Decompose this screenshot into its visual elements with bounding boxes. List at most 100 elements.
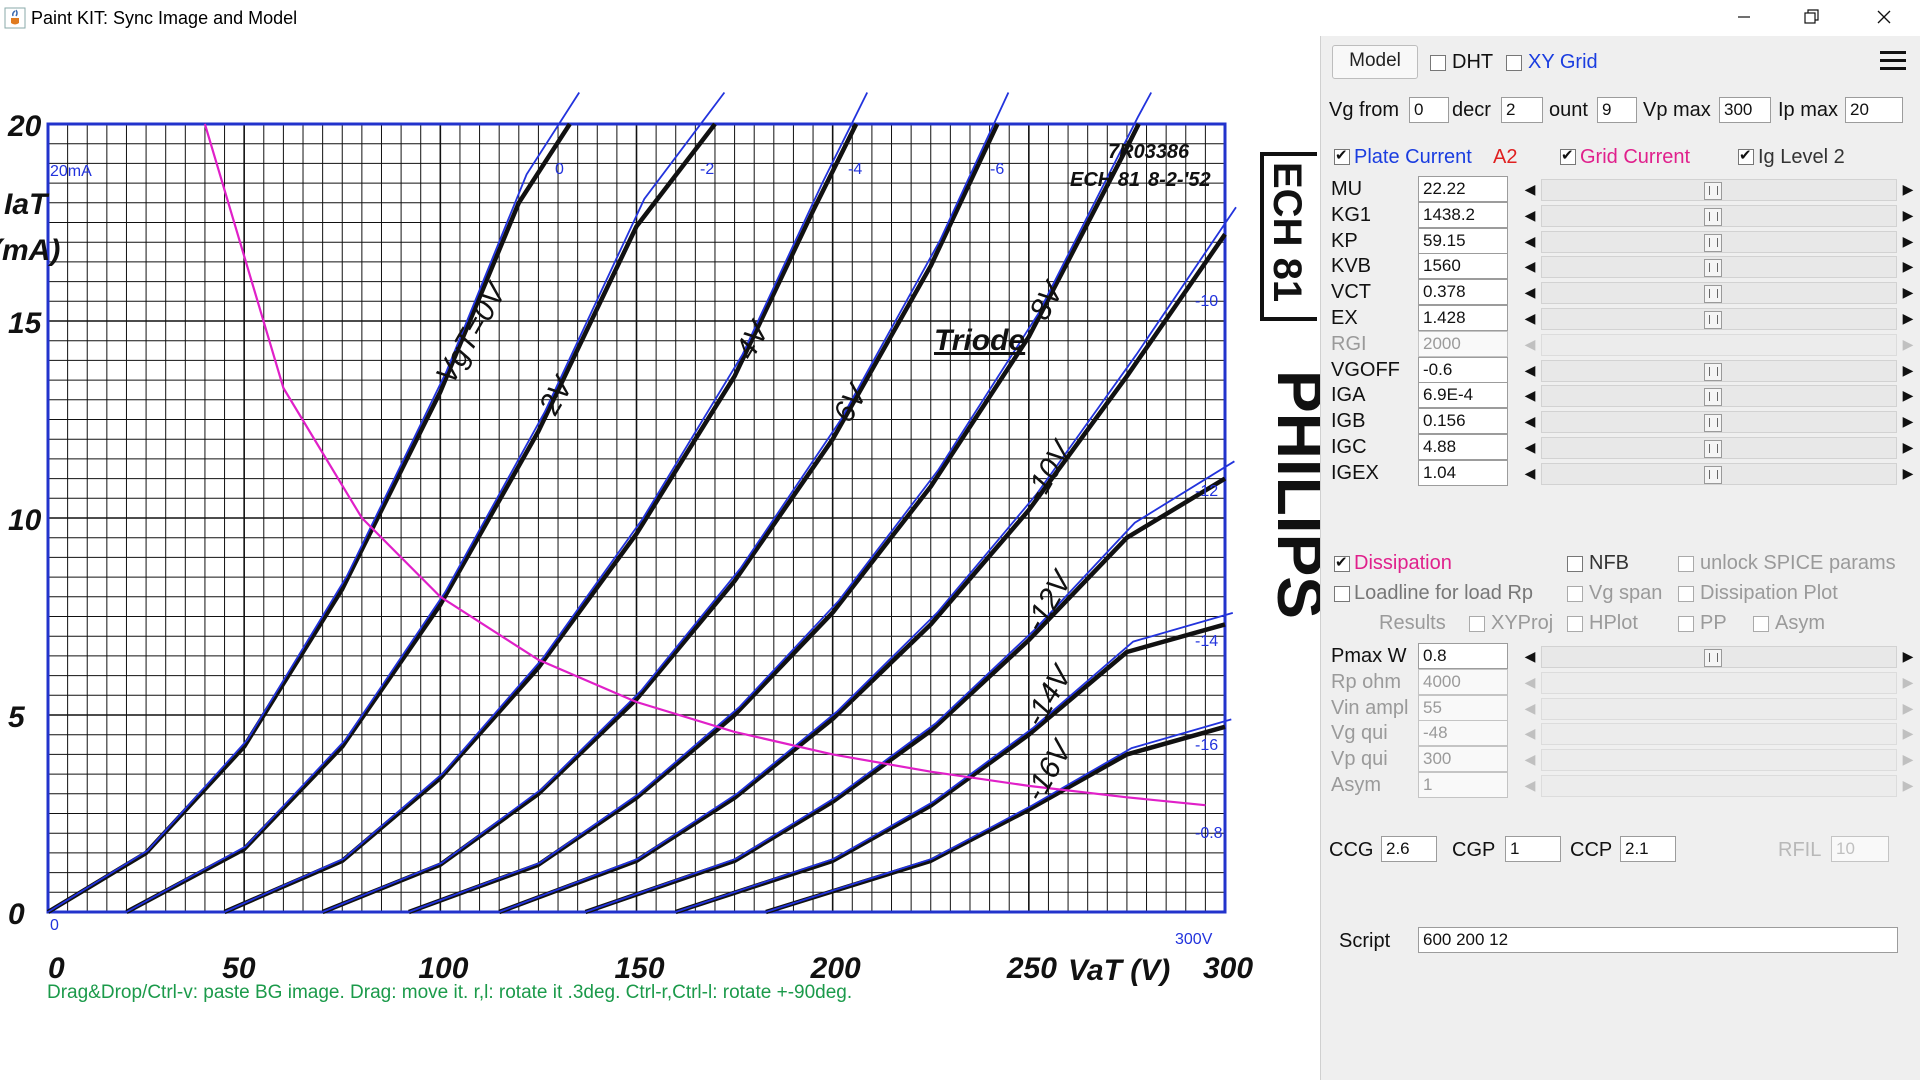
slider-track[interactable] <box>1541 775 1897 797</box>
arrow-left-icon[interactable]: ◀ <box>1521 721 1539 745</box>
param-slider[interactable]: ◀ ▶ <box>1521 434 1917 460</box>
param-value-field[interactable] <box>1418 459 1508 486</box>
slider-thumb[interactable] <box>1704 465 1722 484</box>
param-value-field[interactable] <box>1418 746 1508 773</box>
slider-track[interactable] <box>1541 385 1897 408</box>
vp-max-field[interactable] <box>1719 97 1771 123</box>
slider-track[interactable] <box>1541 308 1897 330</box>
arrow-left-icon[interactable]: ◀ <box>1521 177 1539 201</box>
dissipation-plot-checkbox[interactable] <box>1678 586 1694 602</box>
arrow-left-icon[interactable]: ◀ <box>1521 306 1539 330</box>
param-slider[interactable]: ◀ ▶ <box>1521 643 1917 669</box>
arrow-right-icon[interactable]: ▶ <box>1899 280 1917 304</box>
arrow-right-icon[interactable]: ▶ <box>1899 332 1917 356</box>
pp-checkbox[interactable] <box>1678 616 1694 632</box>
vg-span-checkbox[interactable] <box>1567 586 1583 602</box>
plot-canvas[interactable]: 0 50 100 150 200 250 300 0 5 10 15 20 VgT=0V -2V -4V -… <box>0 36 1320 1080</box>
param-slider[interactable]: ◀ ▶ <box>1521 772 1917 798</box>
param-value-field[interactable] <box>1418 356 1508 383</box>
param-value-field[interactable] <box>1418 330 1508 357</box>
arrow-right-icon[interactable]: ▶ <box>1899 409 1917 433</box>
close-button[interactable] <box>1850 0 1918 36</box>
arrow-right-icon[interactable]: ▶ <box>1899 229 1917 253</box>
arrow-right-icon[interactable]: ▶ <box>1899 461 1917 485</box>
ig-level2-checkbox[interactable] <box>1738 146 1754 165</box>
arrow-right-icon[interactable]: ▶ <box>1899 670 1917 694</box>
vg-from-field[interactable] <box>1409 97 1449 123</box>
param-slider[interactable]: ◀ ▶ <box>1521 357 1917 383</box>
tube-curve-chart[interactable]: 0 50 100 150 200 250 30005101520 VgT=0V-2V-4V-… <box>0 36 1320 1080</box>
arrow-left-icon[interactable]: ◀ <box>1521 203 1539 227</box>
param-value-field[interactable] <box>1418 694 1508 721</box>
hplot-checkbox[interactable] <box>1567 616 1583 632</box>
count-field[interactable] <box>1597 97 1637 123</box>
arrow-left-icon[interactable]: ◀ <box>1521 358 1539 382</box>
slider-track[interactable] <box>1541 697 1897 720</box>
param-slider[interactable]: ◀ ▶ <box>1521 382 1917 408</box>
slider-track[interactable] <box>1541 462 1897 485</box>
slider-thumb[interactable] <box>1704 362 1722 381</box>
slider-track[interactable] <box>1541 646 1897 668</box>
param-slider[interactable]: ◀ ▶ <box>1521 176 1917 202</box>
slider-track[interactable] <box>1541 230 1897 253</box>
loadline-checkbox[interactable] <box>1334 586 1350 602</box>
arrow-right-icon[interactable]: ▶ <box>1899 747 1917 771</box>
slider-track[interactable] <box>1541 723 1897 746</box>
arrow-left-icon[interactable]: ◀ <box>1521 383 1539 407</box>
param-slider[interactable]: ◀ ▶ <box>1521 669 1917 695</box>
slider-thumb[interactable] <box>1704 649 1722 667</box>
arrow-right-icon[interactable]: ▶ <box>1899 383 1917 407</box>
arrow-left-icon[interactable]: ◀ <box>1521 773 1539 797</box>
arrow-right-icon[interactable]: ▶ <box>1899 644 1917 668</box>
arrow-right-icon[interactable]: ▶ <box>1899 721 1917 745</box>
dissipation-checkbox[interactable] <box>1334 553 1350 572</box>
slider-thumb[interactable] <box>1704 311 1722 329</box>
slider-thumb[interactable] <box>1704 182 1722 200</box>
param-slider[interactable]: ◀ ▶ <box>1521 253 1917 279</box>
arrow-left-icon[interactable]: ◀ <box>1521 332 1539 356</box>
param-value-field[interactable] <box>1418 227 1508 254</box>
slider-thumb[interactable] <box>1704 233 1722 252</box>
xyproj-checkbox[interactable] <box>1469 616 1485 632</box>
slider-track[interactable] <box>1541 749 1897 772</box>
param-value-field[interactable] <box>1418 643 1508 669</box>
model-button[interactable]: Model <box>1332 45 1418 79</box>
param-value-field[interactable] <box>1418 305 1508 331</box>
arrow-left-icon[interactable]: ◀ <box>1521 409 1539 433</box>
arrow-left-icon[interactable]: ◀ <box>1521 254 1539 278</box>
param-slider[interactable]: ◀ ▶ <box>1521 695 1917 721</box>
param-slider[interactable]: ◀ ▶ <box>1521 331 1917 357</box>
slider-thumb[interactable] <box>1704 440 1722 458</box>
ccg-field[interactable] <box>1381 836 1437 862</box>
hamburger-menu-icon[interactable] <box>1879 49 1907 73</box>
restore-button[interactable] <box>1778 0 1846 36</box>
param-value-field[interactable] <box>1418 772 1508 798</box>
nfb-checkbox[interactable] <box>1567 556 1583 572</box>
slider-thumb[interactable] <box>1704 414 1722 433</box>
slider-track[interactable] <box>1541 359 1897 382</box>
arrow-left-icon[interactable]: ◀ <box>1521 670 1539 694</box>
arrow-right-icon[interactable]: ▶ <box>1899 435 1917 459</box>
grid-current-checkbox[interactable] <box>1560 146 1576 165</box>
slider-track[interactable] <box>1541 256 1897 279</box>
param-slider[interactable]: ◀ ▶ <box>1521 720 1917 746</box>
param-value-field[interactable] <box>1418 201 1508 228</box>
param-value-field[interactable] <box>1418 382 1508 409</box>
param-slider[interactable]: ◀ ▶ <box>1521 746 1917 772</box>
slider-track[interactable] <box>1541 282 1897 305</box>
param-slider[interactable]: ◀ ▶ <box>1521 460 1917 486</box>
param-value-field[interactable] <box>1418 253 1508 280</box>
arrow-left-icon[interactable]: ◀ <box>1521 435 1539 459</box>
arrow-left-icon[interactable]: ◀ <box>1521 644 1539 668</box>
slider-thumb[interactable] <box>1704 259 1722 278</box>
arrow-right-icon[interactable]: ▶ <box>1899 306 1917 330</box>
param-value-field[interactable] <box>1418 668 1508 695</box>
script-field[interactable] <box>1418 927 1898 953</box>
arrow-left-icon[interactable]: ◀ <box>1521 229 1539 253</box>
unlock-spice-checkbox[interactable] <box>1678 556 1694 572</box>
param-slider[interactable]: ◀ ▶ <box>1521 202 1917 228</box>
param-slider[interactable]: ◀ ▶ <box>1521 228 1917 254</box>
slider-track[interactable] <box>1541 437 1897 459</box>
slider-thumb[interactable] <box>1704 207 1722 226</box>
xy-grid-checkbox[interactable] <box>1506 55 1522 71</box>
